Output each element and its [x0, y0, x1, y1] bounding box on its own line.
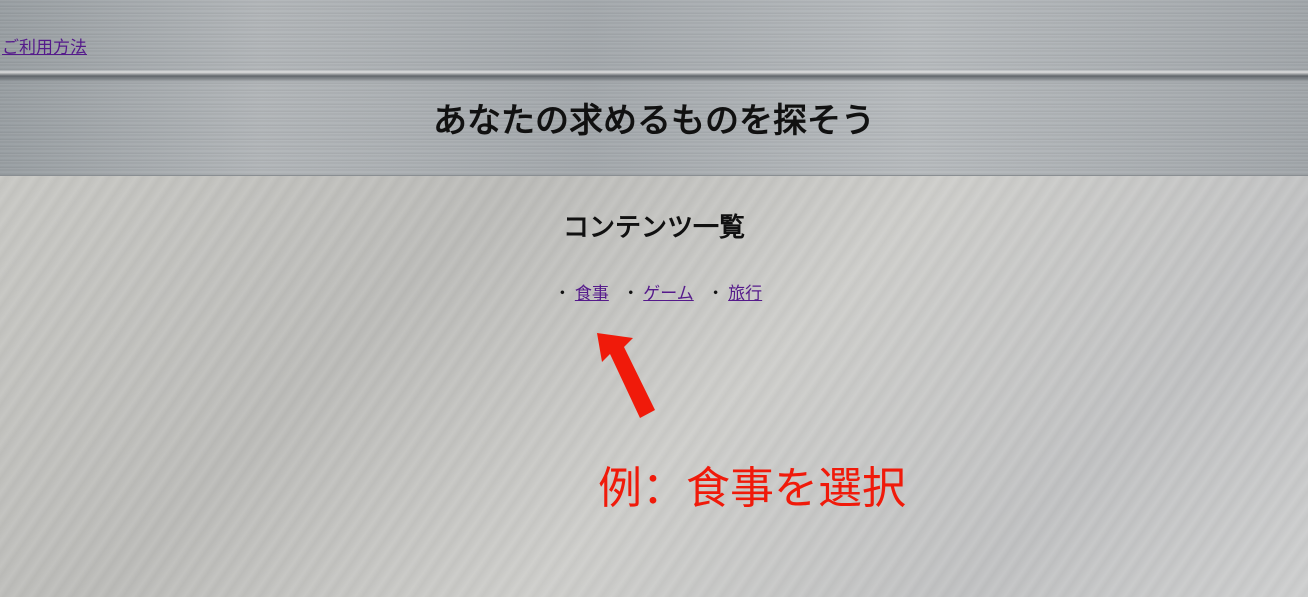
content-link-game[interactable]: ゲーム: [643, 284, 694, 304]
contents-heading: コンテンツ一覧: [562, 213, 745, 243]
list-bullet: ・: [622, 284, 640, 304]
header-banner: ご利用方法 あなたの求めるものを探そう: [0, 0, 1308, 176]
annotation-text: 例：食事を選択: [598, 463, 906, 514]
page-title: あなたの求めるものを探そう: [433, 101, 875, 141]
content-link-travel[interactable]: 旅行: [728, 284, 762, 304]
list-bullet: ・: [707, 284, 725, 304]
usage-guide-link[interactable]: ご利用方法: [2, 33, 87, 58]
contents-list: ・食事 ・ゲーム ・旅行: [0, 279, 1308, 304]
list-bullet: ・: [553, 284, 571, 304]
red-arrow-icon: [597, 333, 655, 418]
content-link-food[interactable]: 食事: [575, 284, 609, 304]
